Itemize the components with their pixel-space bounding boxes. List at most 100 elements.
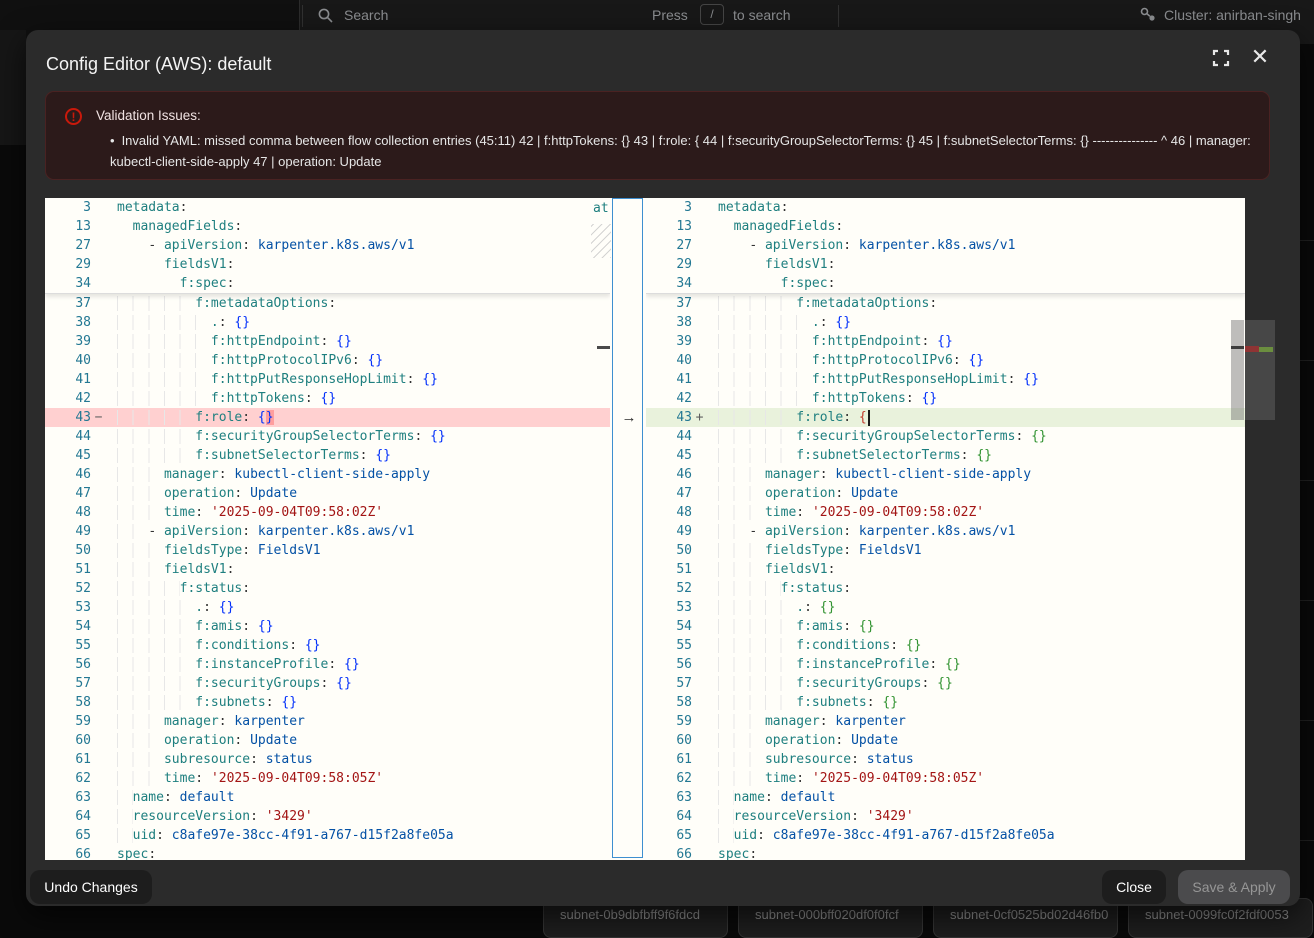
code-line[interactable]: 37 f:metadataOptions: [646, 294, 1245, 313]
code-line[interactable]: 59 manager: karpenter [45, 712, 610, 731]
code-line[interactable]: 55 f:conditions: {} [646, 636, 1245, 655]
close-button[interactable]: Close [1102, 870, 1166, 904]
code-line[interactable]: 56 f:instanceProfile: {} [45, 655, 610, 674]
diff-sign [692, 274, 707, 293]
code-line[interactable]: 41 f:httpPutResponseHopLimit: {} [646, 370, 1245, 389]
code-line[interactable]: 64 resourceVersion: '3429' [45, 807, 610, 826]
code-line[interactable]: 48 time: '2025-09-04T09:58:02Z' [45, 503, 610, 522]
code-body[interactable]: 37 f:metadataOptions:38 .: {}39 f:httpEn… [646, 294, 1245, 860]
code-line[interactable]: 27 - apiVersion: karpenter.k8s.aws/v1 [45, 236, 610, 255]
undo-changes-button[interactable]: Undo Changes [30, 870, 152, 904]
code-line[interactable]: 66spec: [45, 845, 610, 860]
code-line[interactable]: 63 name: default [45, 788, 610, 807]
code-line[interactable]: 52 f:status: [45, 579, 610, 598]
code-line[interactable]: 47 operation: Update [45, 484, 610, 503]
code-line[interactable]: 49 - apiVersion: karpenter.k8s.aws/v1 [646, 522, 1245, 541]
diff-sign [692, 294, 707, 313]
code-line[interactable]: 34 f:spec: [45, 274, 610, 293]
code-text: uid: c8afe97e-38cc-4f91-a767-d15f2a8fe05… [106, 826, 454, 845]
code-line[interactable]: 3metadata: [646, 198, 1245, 217]
code-line[interactable]: 3metadata: [45, 198, 610, 217]
code-line[interactable]: 34 f:spec: [646, 274, 1245, 293]
close-icon[interactable]: ✕ [1244, 41, 1276, 73]
code-line[interactable]: 48 time: '2025-09-04T09:58:02Z' [646, 503, 1245, 522]
diff-sash[interactable] [612, 198, 643, 858]
diff-editor-modified-pane[interactable]: 3metadata:13 managedFields:27 - apiVersi… [646, 198, 1245, 860]
sticky-scroll-header[interactable]: 3metadata:13 managedFields:27 - apiVersi… [45, 198, 610, 294]
code-line[interactable]: 61 subresource: status [45, 750, 610, 769]
code-line[interactable]: 38 .: {} [45, 313, 610, 332]
code-text: .: {} [707, 598, 835, 617]
code-line[interactable]: 44 f:securityGroupSelectorTerms: {} [646, 427, 1245, 446]
code-line[interactable]: 43+ f:role: { [646, 408, 1245, 427]
line-number: 55 [45, 636, 91, 655]
code-line[interactable]: 39 f:httpEndpoint: {} [45, 332, 610, 351]
code-line[interactable]: 57 f:securityGroups: {} [646, 674, 1245, 693]
cluster-selector[interactable]: Cluster: anirban-singh [1164, 0, 1301, 30]
code-line[interactable]: 51 fieldsV1: [45, 560, 610, 579]
diff-editor-original-pane[interactable]: 3metadata:13 managedFields:27 - apiVersi… [45, 198, 610, 860]
code-line[interactable]: 66spec: [646, 845, 1245, 860]
code-line[interactable]: 29 fieldsV1: [646, 255, 1245, 274]
code-line[interactable]: 43− f:role: {} [45, 408, 610, 427]
code-line[interactable]: 63 name: default [646, 788, 1245, 807]
code-line[interactable]: 58 f:subnets: {} [45, 693, 610, 712]
code-line[interactable]: 62 time: '2025-09-04T09:58:05Z' [45, 769, 610, 788]
save-apply-button[interactable]: Save & Apply [1178, 870, 1290, 904]
code-line[interactable]: 42 f:httpTokens: {} [45, 389, 610, 408]
code-line[interactable]: 41 f:httpPutResponseHopLimit: {} [45, 370, 610, 389]
code-line[interactable]: 54 f:amis: {} [646, 617, 1245, 636]
table-hairline [1300, 600, 1314, 601]
code-line[interactable]: 37 f:metadataOptions: [45, 294, 610, 313]
text-cursor [868, 410, 870, 426]
code-line[interactable]: 59 manager: karpenter [646, 712, 1245, 731]
search-input[interactable]: Search [344, 0, 388, 30]
code-line[interactable]: 50 fieldsType: FieldsV1 [45, 541, 610, 560]
line-number: 65 [646, 826, 692, 845]
code-line[interactable]: 53 .: {} [45, 598, 610, 617]
code-line[interactable]: 40 f:httpProtocolIPv6: {} [646, 351, 1245, 370]
code-line[interactable]: 40 f:httpProtocolIPv6: {} [45, 351, 610, 370]
code-line[interactable]: 64 resourceVersion: '3429' [646, 807, 1245, 826]
code-line[interactable]: 65 uid: c8afe97e-38cc-4f91-a767-d15f2a8f… [646, 826, 1245, 845]
diff-editor[interactable]: 3metadata:13 managedFields:27 - apiVersi… [45, 198, 1245, 860]
code-line[interactable]: 57 f:securityGroups: {} [45, 674, 610, 693]
overview-ruler-slider[interactable] [1245, 320, 1275, 420]
code-line[interactable]: 42 f:httpTokens: {} [646, 389, 1245, 408]
code-line[interactable]: 62 time: '2025-09-04T09:58:05Z' [646, 769, 1245, 788]
code-line[interactable]: 55 f:conditions: {} [45, 636, 610, 655]
code-line[interactable]: 56 f:instanceProfile: {} [646, 655, 1245, 674]
code-line[interactable]: 44 f:securityGroupSelectorTerms: {} [45, 427, 610, 446]
fullscreen-icon[interactable] [1206, 43, 1236, 73]
code-line[interactable]: 60 operation: Update [646, 731, 1245, 750]
code-line[interactable]: 29 fieldsV1: [45, 255, 610, 274]
code-line[interactable]: 39 f:httpEndpoint: {} [646, 332, 1245, 351]
code-line[interactable]: 49 - apiVersion: karpenter.k8s.aws/v1 [45, 522, 610, 541]
code-line[interactable]: 13 managedFields: [646, 217, 1245, 236]
code-line[interactable]: 46 manager: kubectl-client-side-apply [45, 465, 610, 484]
scrollbar-thumb[interactable] [1231, 320, 1244, 420]
code-body[interactable]: 37 f:metadataOptions:38 .: {}39 f:httpEn… [45, 294, 610, 860]
code-line[interactable]: 53 .: {} [646, 598, 1245, 617]
code-line[interactable]: 58 f:subnets: {} [646, 693, 1245, 712]
line-number: 50 [646, 541, 692, 560]
code-line[interactable]: 47 operation: Update [646, 484, 1245, 503]
code-line[interactable]: 61 subresource: status [646, 750, 1245, 769]
code-line[interactable]: 51 fieldsV1: [646, 560, 1245, 579]
code-line[interactable]: 38 .: {} [646, 313, 1245, 332]
code-text: time: '2025-09-04T09:58:05Z' [707, 769, 984, 788]
code-line[interactable]: 45 f:subnetSelectorTerms: {} [646, 446, 1245, 465]
diff-sign [692, 370, 707, 389]
diff-sign [91, 807, 106, 826]
sticky-scroll-header[interactable]: 3metadata:13 managedFields:27 - apiVersi… [646, 198, 1245, 294]
code-line[interactable]: 65 uid: c8afe97e-38cc-4f91-a767-d15f2a8f… [45, 826, 610, 845]
code-line[interactable]: 46 manager: kubectl-client-side-apply [646, 465, 1245, 484]
code-line[interactable]: 13 managedFields: [45, 217, 610, 236]
code-line[interactable]: 45 f:subnetSelectorTerms: {} [45, 446, 610, 465]
code-line[interactable]: 27 - apiVersion: karpenter.k8s.aws/v1 [646, 236, 1245, 255]
code-line[interactable]: 54 f:amis: {} [45, 617, 610, 636]
code-line[interactable]: 50 fieldsType: FieldsV1 [646, 541, 1245, 560]
code-line[interactable]: 60 operation: Update [45, 731, 610, 750]
apply-change-arrow-icon[interactable]: → [618, 408, 640, 427]
code-line[interactable]: 52 f:status: [646, 579, 1245, 598]
